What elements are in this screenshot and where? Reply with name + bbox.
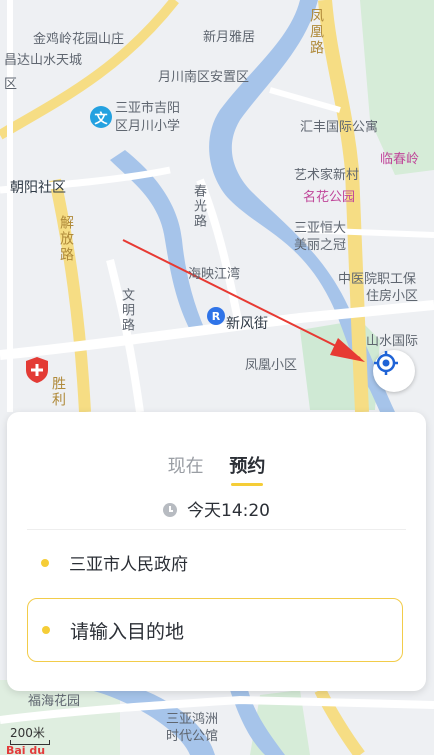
destination-input[interactable]: 请输入目的地: [27, 598, 403, 662]
school-poi-icon[interactable]: 文: [90, 106, 112, 128]
map-label: 解放路: [58, 215, 74, 263]
map-label: 胜利: [50, 376, 66, 408]
map-label: 山水国际: [366, 334, 419, 349]
map-scale-label: 200米: [10, 726, 45, 740]
map-label: 昌达山水天城: [4, 53, 83, 68]
map-label: 新月雅居: [203, 30, 256, 45]
origin-field[interactable]: 三亚市人民政府: [41, 550, 188, 575]
map-label: 三亚鸿洲: [166, 712, 219, 727]
destination-dot-icon: [42, 626, 50, 634]
map-label: 海映江湾: [188, 267, 241, 282]
map-label: 美丽之冠: [294, 238, 347, 253]
map-label: 名花公园: [303, 190, 356, 205]
map-label: 区: [4, 77, 18, 92]
map-label: 春光路: [191, 184, 206, 229]
tab-reserve[interactable]: 预约: [229, 452, 265, 486]
map-label: 区月川小学: [115, 119, 181, 134]
parking-poi-icon[interactable]: R: [207, 307, 225, 325]
map-label: 艺术家新村: [294, 168, 360, 183]
clock-icon: [163, 503, 177, 517]
map-label: 时代公馆: [166, 729, 219, 744]
map-label: 凤凰路: [308, 8, 324, 56]
map-label: 福海花园: [28, 694, 81, 709]
origin-dot-icon: [41, 559, 49, 567]
map-label: 中医院职工保: [338, 272, 417, 287]
trip-panel: 现在 预约 今天14:20 三亚市人民政府 请输入目的地: [7, 412, 426, 691]
divider: [27, 529, 406, 530]
map-label: 文明路: [119, 288, 134, 333]
map-label: 月川南区安置区: [158, 70, 250, 85]
time-mode-tabs: 现在 预约: [7, 452, 426, 486]
departure-time: 今天14:20: [187, 501, 270, 521]
map-logo: Bai du: [6, 744, 46, 755]
departure-time-selector[interactable]: 今天14:20: [7, 496, 426, 521]
destination-placeholder: 请输入目的地: [70, 620, 185, 643]
safety-shield-icon[interactable]: [25, 356, 49, 384]
map-label: 金鸡岭花园山庄: [33, 32, 125, 47]
map-label: 三亚市吉阳: [115, 101, 181, 116]
map-label: 汇丰国际公寓: [300, 120, 379, 135]
map-label: 新风街: [226, 316, 268, 332]
origin-text: 三亚市人民政府: [69, 555, 188, 575]
map-label: 朝阳社区: [10, 180, 66, 196]
map-label: 凤凰小区: [245, 358, 298, 373]
map-label: 临春岭: [380, 152, 420, 167]
map-label: 住房小区: [366, 289, 419, 304]
map-label: 三亚恒大: [294, 221, 347, 236]
locate-me-button[interactable]: [373, 350, 415, 392]
tab-now[interactable]: 现在: [168, 452, 204, 478]
